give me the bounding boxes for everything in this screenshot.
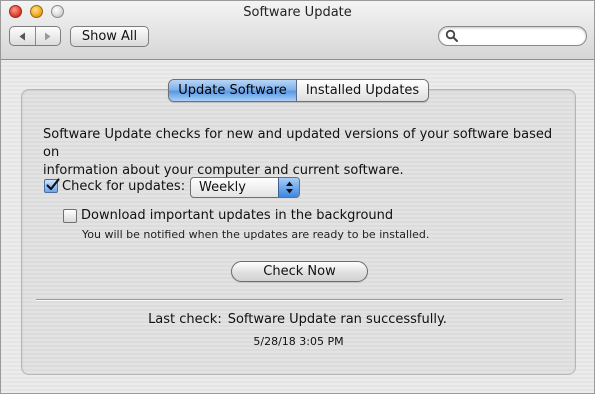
last-check-datetime: 5/28/18 3:05 PM — [253, 335, 344, 348]
last-check-status: Software Update ran successfully. — [227, 312, 447, 327]
software-update-window: Software Update Show All Update Software… — [0, 0, 595, 394]
last-check-label: Last check: — [148, 312, 222, 327]
divider — [36, 299, 563, 301]
tab-bar: Update Software Installed Updates — [168, 79, 429, 102]
window-title: Software Update — [243, 5, 352, 20]
back-forward-control — [9, 26, 61, 46]
search-input[interactable] — [461, 28, 583, 45]
last-check-row: Last check: Software Update ran successfu… — [1, 312, 594, 327]
download-background-note: You will be notified when the updates ar… — [82, 228, 430, 241]
description-line-2: information about your computer and curr… — [43, 163, 404, 178]
search-field[interactable] — [438, 26, 587, 46]
check-for-updates-label[interactable]: Check for updates: — [62, 179, 185, 194]
right-arrow-icon — [45, 32, 51, 40]
frequency-value: Weekly — [199, 180, 246, 195]
forward-button[interactable] — [36, 27, 61, 45]
download-background-checkbox[interactable] — [63, 209, 77, 223]
description-line-1: Software Update checks for new and updat… — [43, 127, 553, 160]
search-icon — [445, 29, 458, 42]
check-for-updates-checkbox[interactable] — [44, 178, 60, 193]
titlebar: Software Update Show All — [1, 1, 594, 60]
checkmark-icon — [46, 178, 60, 191]
frequency-popup[interactable]: Weekly — [190, 177, 300, 198]
download-background-label[interactable]: Download important updates in the backgr… — [81, 208, 393, 223]
description-text: Software Update checks for new and updat… — [43, 126, 563, 180]
left-arrow-icon — [19, 32, 25, 40]
check-now-button[interactable]: Check Now — [231, 261, 368, 282]
back-button[interactable] — [10, 27, 36, 45]
tab-installed-updates[interactable]: Installed Updates — [297, 80, 428, 101]
tab-update-software[interactable]: Update Software — [169, 80, 297, 101]
show-all-button[interactable]: Show All — [70, 26, 149, 47]
popup-arrows-icon — [278, 178, 299, 197]
